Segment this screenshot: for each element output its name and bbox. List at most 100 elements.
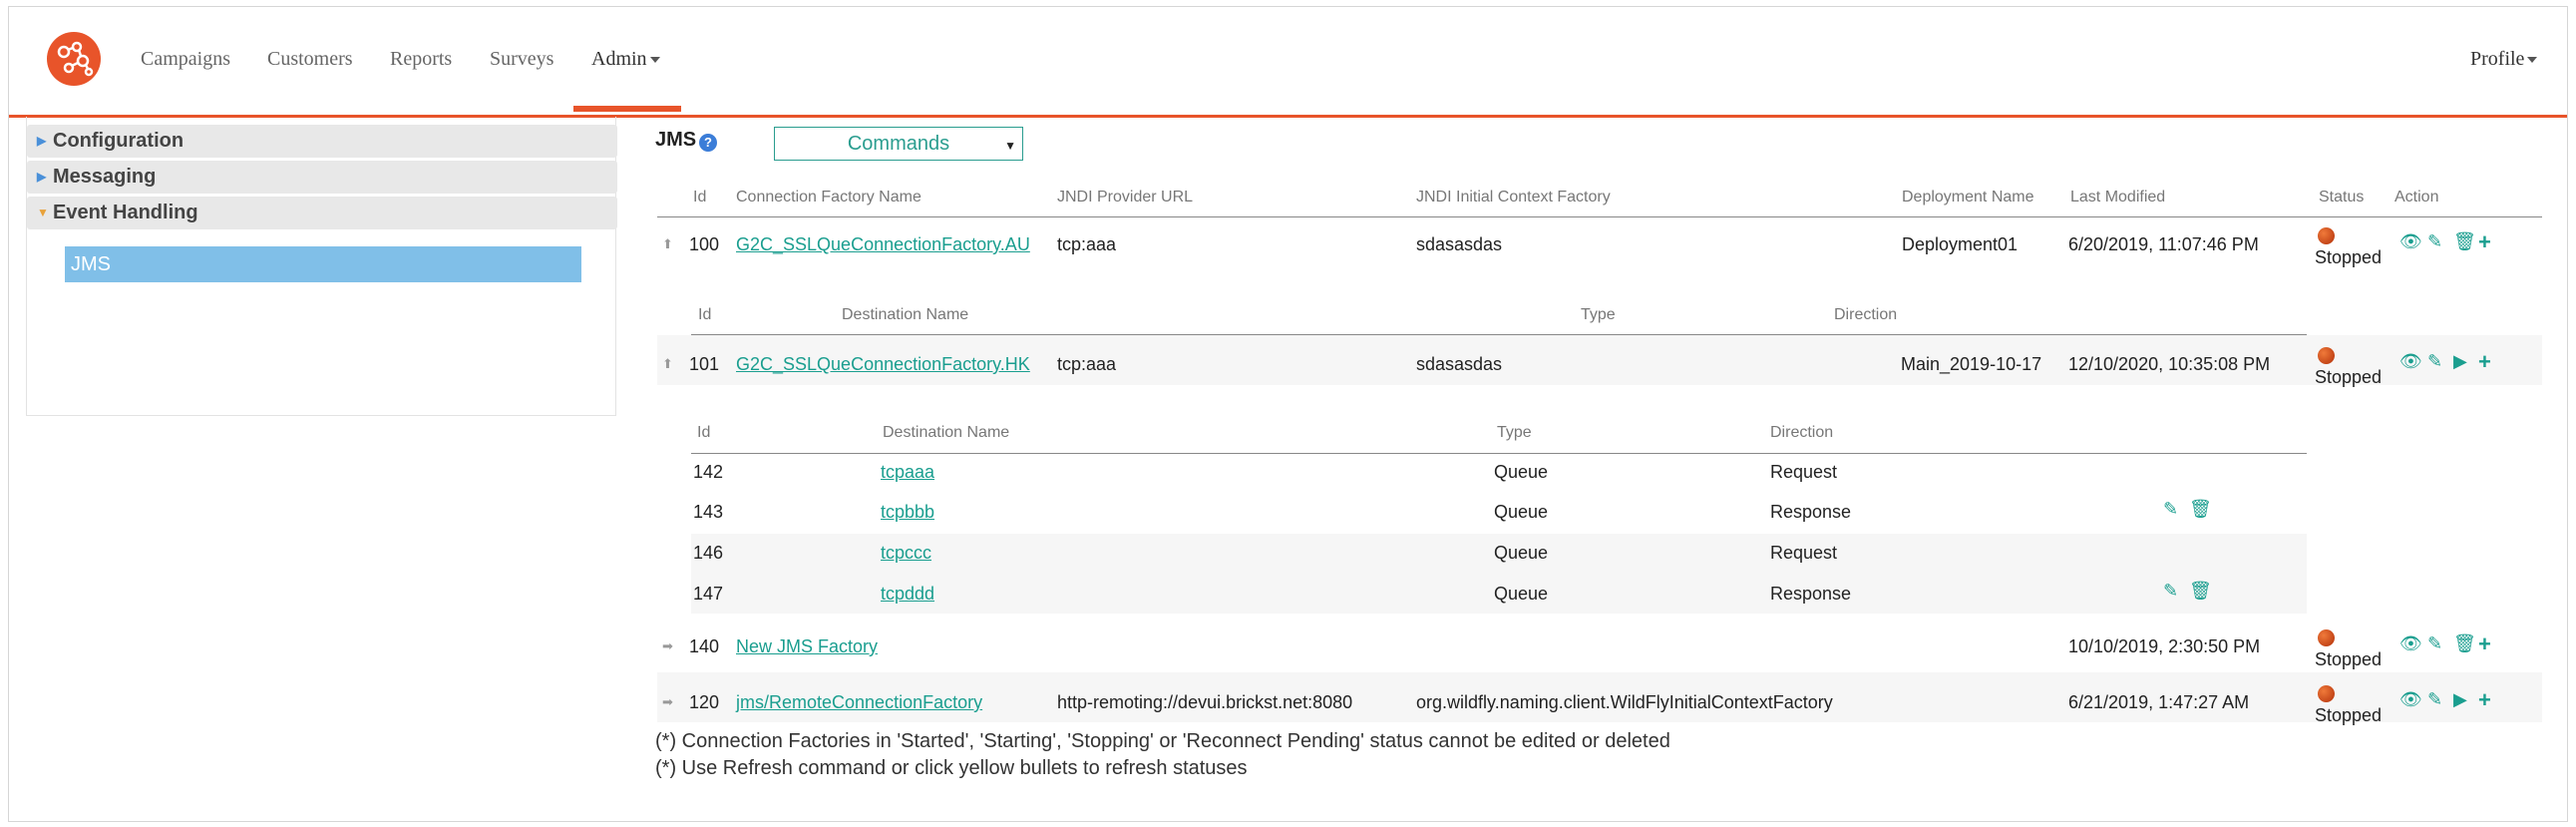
last-modified: 6/21/2019, 1:47:27 AM bbox=[2068, 692, 2250, 712]
col-header-id: Id bbox=[693, 189, 707, 206]
nav-admin-label: Admin bbox=[591, 48, 647, 70]
nav-surveys[interactable]: Surveys bbox=[490, 47, 553, 113]
edit-pencil-icon[interactable]: ✎ bbox=[2427, 351, 2442, 372]
dest-col-type: Type bbox=[1497, 424, 1532, 441]
row-id: 100 bbox=[689, 234, 720, 254]
add-plus-icon[interactable]: + bbox=[2478, 687, 2491, 713]
commands-label: Commands bbox=[847, 133, 950, 155]
col-header-context: JNDI Initial Context Factory bbox=[1416, 189, 1611, 206]
sidebar-section-messaging[interactable]: ▶ Messaging bbox=[27, 161, 617, 194]
dest-col-name: Destination Name bbox=[883, 424, 1010, 441]
nav-profile-label: Profile bbox=[2470, 48, 2525, 70]
sidebar-section-label: Event Handling bbox=[53, 202, 198, 223]
sidebar-item-jms[interactable]: JMS bbox=[65, 246, 581, 282]
dest-name-link[interactable]: tcpccc bbox=[881, 543, 931, 564]
dest-id: 147 bbox=[693, 584, 724, 604]
provider-url: tcp:aaa bbox=[1057, 234, 1117, 254]
chevron-down-icon bbox=[2527, 57, 2538, 64]
factory-name-link[interactable]: jms/RemoteConnectionFactory bbox=[736, 692, 982, 713]
dest-type: Queue bbox=[1494, 584, 1549, 604]
edit-pencil-icon[interactable]: ✎ bbox=[2163, 581, 2178, 602]
play-start-icon[interactable]: ▶ bbox=[2453, 689, 2467, 710]
status-bullet-icon[interactable] bbox=[2318, 347, 2335, 364]
delete-trash-icon[interactable]: 🗑 bbox=[2189, 581, 2212, 602]
status-text: Stopped bbox=[2315, 367, 2383, 387]
dest-col-id: Id bbox=[697, 424, 711, 441]
nav-reports[interactable]: Reports bbox=[390, 47, 452, 113]
deployment-name: Deployment01 bbox=[1902, 234, 2019, 254]
dest-name-link[interactable]: tcpbbb bbox=[881, 502, 934, 523]
status-text: Stopped bbox=[2315, 705, 2383, 725]
col-header-action: Action bbox=[2394, 189, 2439, 206]
delete-trash-icon[interactable]: 🗑 bbox=[2453, 231, 2476, 252]
expand-arrow-icon[interactable]: ➡ bbox=[662, 694, 673, 710]
factory-name-link[interactable]: G2C_SSLQueConnectionFactory.HK bbox=[736, 354, 1030, 375]
expand-arrow-icon[interactable]: ⬆ bbox=[662, 236, 673, 252]
dest-id: 142 bbox=[693, 462, 724, 482]
edit-pencil-icon[interactable]: ✎ bbox=[2427, 689, 2442, 710]
status-text: Stopped bbox=[2315, 247, 2383, 267]
sidebar-section-event-handling[interactable]: ▼ Event Handling bbox=[27, 197, 617, 229]
status-bullet-icon[interactable] bbox=[2318, 685, 2335, 702]
nav-campaigns[interactable]: Campaigns bbox=[141, 47, 230, 113]
context-factory: org.wildfly.naming.client.WildFlyInitial… bbox=[1416, 692, 1833, 712]
caret-down-icon: ▼ bbox=[37, 206, 49, 219]
app-frame: Campaigns Customers Reports Surveys Admi… bbox=[8, 6, 2568, 822]
nav-profile[interactable]: Profile bbox=[2470, 47, 2538, 113]
view-eye-icon[interactable]: 👁 bbox=[2399, 633, 2422, 654]
provider-url: tcp:aaa bbox=[1057, 354, 1117, 374]
status-bullet-icon[interactable] bbox=[2318, 227, 2335, 244]
commands-dropdown[interactable]: Commands ▼ bbox=[774, 127, 1023, 161]
nav-active-indicator bbox=[573, 106, 681, 112]
edit-pencil-icon[interactable]: ✎ bbox=[2427, 633, 2442, 654]
caret-right-icon: ▶ bbox=[37, 170, 47, 184]
dest-name-link[interactable]: tcpddd bbox=[881, 584, 934, 605]
sidebar-section-configuration[interactable]: ▶ Configuration bbox=[27, 125, 617, 158]
nav-customers[interactable]: Customers bbox=[267, 47, 353, 113]
row-id: 140 bbox=[689, 636, 720, 656]
dest-divider bbox=[691, 453, 2307, 454]
col-header-url: JNDI Provider URL bbox=[1057, 189, 1194, 206]
view-eye-icon[interactable]: 👁 bbox=[2399, 689, 2422, 710]
dest-type: Queue bbox=[1494, 502, 1549, 522]
dest-name-link[interactable]: tcpaaa bbox=[881, 462, 934, 483]
factory-name-link[interactable]: New JMS Factory bbox=[736, 636, 878, 657]
play-start-icon[interactable]: ▶ bbox=[2453, 351, 2467, 372]
context-factory: sdasasdas bbox=[1416, 234, 1503, 254]
brand-logo-icon[interactable] bbox=[47, 32, 101, 86]
dest-direction: Request bbox=[1770, 462, 1838, 482]
delete-trash-icon[interactable]: 🗑 bbox=[2453, 633, 2476, 654]
row-id: 101 bbox=[689, 354, 720, 374]
chevron-down-icon: ▼ bbox=[1004, 139, 1016, 153]
last-modified: 12/10/2020, 10:35:08 PM bbox=[2068, 354, 2271, 374]
add-plus-icon[interactable]: + bbox=[2478, 229, 2491, 255]
sidebar-section-label: Messaging bbox=[53, 166, 157, 188]
edit-pencil-icon[interactable]: ✎ bbox=[2427, 231, 2442, 252]
view-eye-icon[interactable]: 👁 bbox=[2399, 351, 2422, 372]
last-modified: 6/20/2019, 11:07:46 PM bbox=[2068, 234, 2259, 254]
dest-col-name: Destination Name bbox=[842, 306, 969, 323]
col-header-name: Connection Factory Name bbox=[736, 189, 921, 206]
add-plus-icon[interactable]: + bbox=[2478, 349, 2491, 375]
expand-arrow-icon[interactable]: ➡ bbox=[662, 638, 673, 654]
question-circle-icon[interactable]: ? bbox=[699, 134, 717, 152]
expand-arrow-icon[interactable]: ⬆ bbox=[662, 356, 673, 372]
top-nav: Campaigns Customers Reports Surveys Admi… bbox=[9, 7, 2567, 118]
dest-col-direction: Direction bbox=[1770, 424, 1834, 441]
deployment-name: Main_2019-10-17 bbox=[1901, 354, 2042, 374]
edit-pencil-icon[interactable]: ✎ bbox=[2163, 499, 2178, 520]
factory-name-link[interactable]: G2C_SSLQueConnectionFactory.AU bbox=[736, 234, 1030, 255]
dest-direction: Request bbox=[1770, 543, 1838, 563]
sidebar-section-label: Configuration bbox=[53, 130, 184, 152]
delete-trash-icon[interactable]: 🗑 bbox=[2189, 499, 2212, 520]
col-header-deployment: Deployment Name bbox=[1902, 189, 2034, 206]
last-modified: 10/10/2019, 2:30:50 PM bbox=[2068, 636, 2261, 656]
view-eye-icon[interactable]: 👁 bbox=[2399, 231, 2422, 252]
nav-admin[interactable]: Admin bbox=[591, 47, 660, 113]
caret-right-icon: ▶ bbox=[37, 134, 47, 148]
status-bullet-icon[interactable] bbox=[2318, 629, 2335, 646]
page-title: JMS bbox=[655, 129, 697, 151]
dest-direction: Response bbox=[1770, 502, 1852, 522]
sidebar: ▶ Configuration ▶ Messaging ▼ Event Hand… bbox=[26, 117, 617, 416]
add-plus-icon[interactable]: + bbox=[2478, 631, 2491, 657]
